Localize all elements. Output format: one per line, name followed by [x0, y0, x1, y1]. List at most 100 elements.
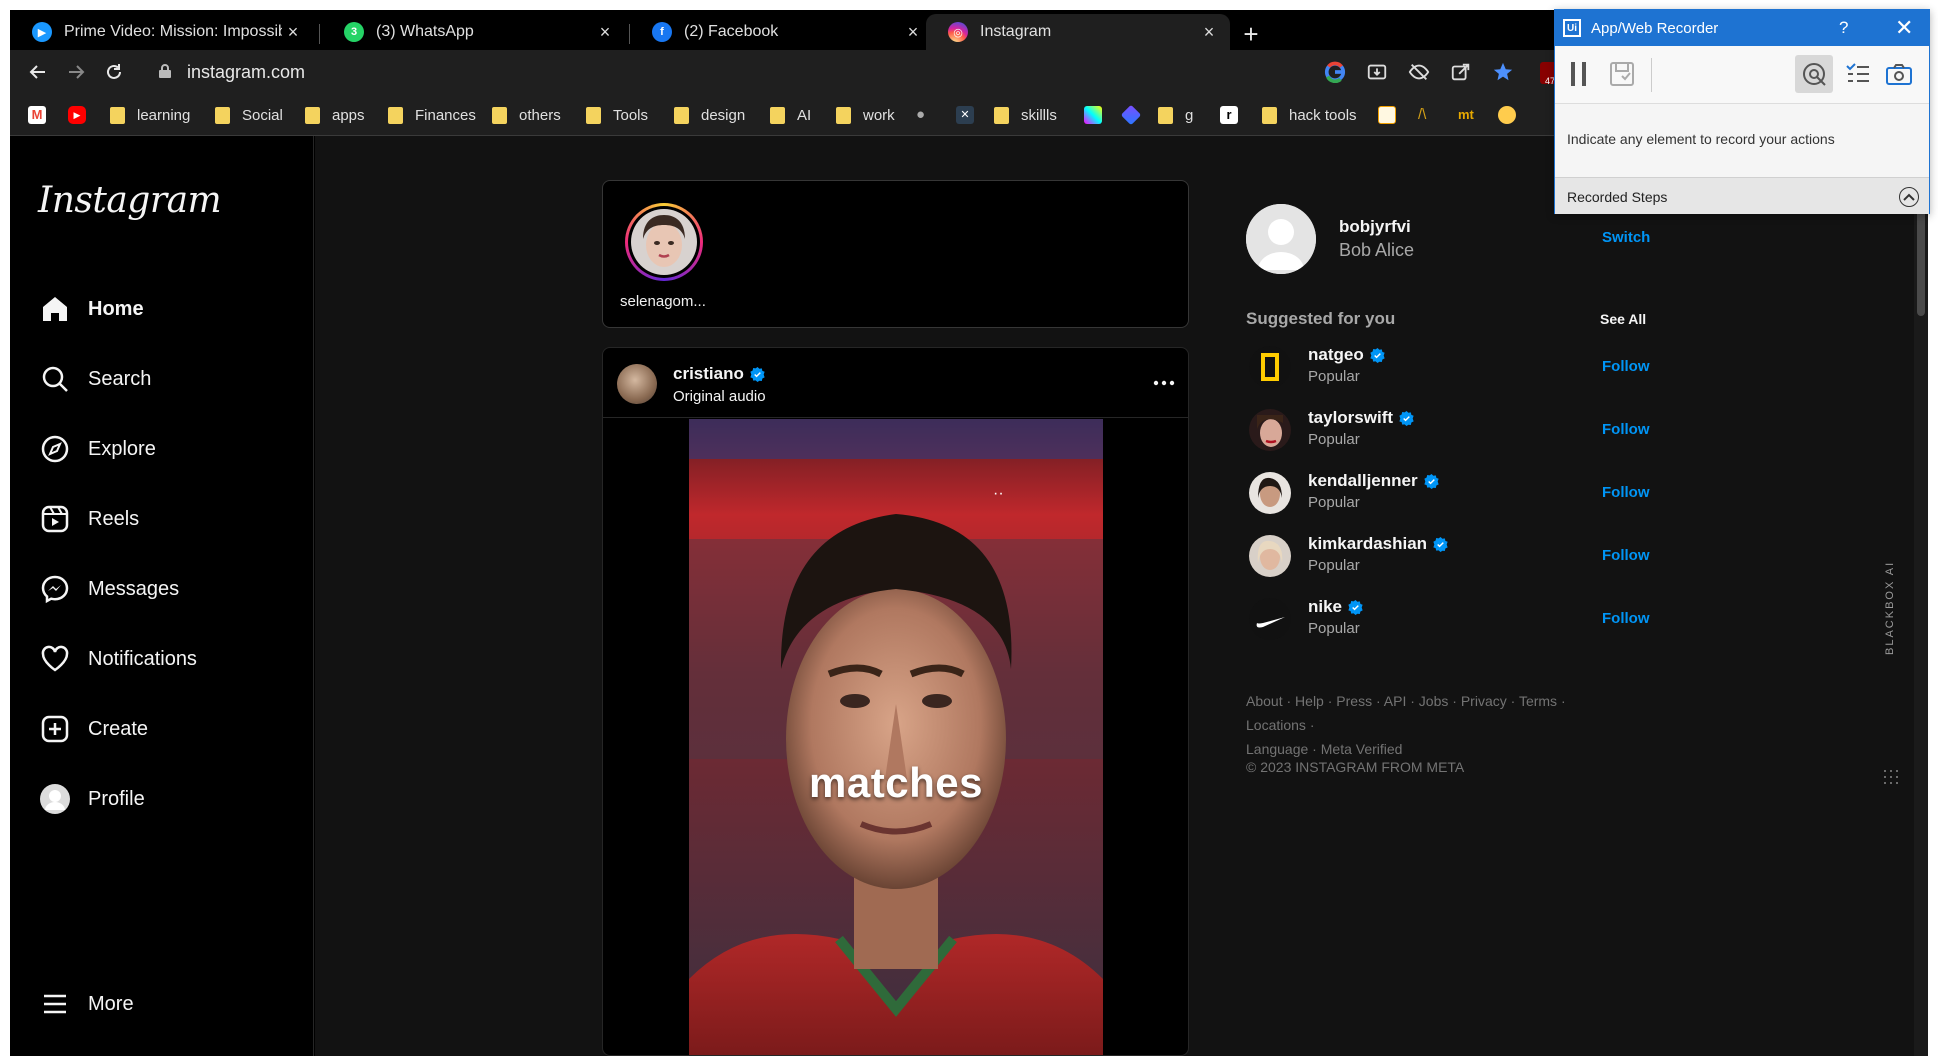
suggestion-username[interactable]: natgeo	[1308, 345, 1385, 365]
follow-button[interactable]: Follow	[1602, 484, 1650, 501]
bookmark-folder[interactable]: learning	[110, 104, 190, 126]
close-icon[interactable]: ×	[282, 21, 304, 43]
eye-off-icon[interactable]	[1407, 61, 1431, 83]
bookmark-folder[interactable]: work	[836, 104, 895, 126]
suggestion-avatar-kimkardashian[interactable]	[1249, 535, 1291, 577]
footer-link[interactable]: Language	[1246, 741, 1308, 757]
current-user-avatar[interactable]	[1246, 204, 1316, 274]
suggestion-username[interactable]: taylorswift	[1308, 408, 1414, 428]
blackbox-dots-icon[interactable]	[1882, 768, 1900, 786]
bookmark-site-icon[interactable]: /\	[1418, 106, 1436, 124]
reload-button[interactable]	[100, 58, 128, 86]
nav-search[interactable]: Search	[38, 359, 151, 399]
nav-profile[interactable]: Profile	[38, 779, 145, 819]
see-all-link[interactable]: See All	[1600, 311, 1646, 327]
follow-button[interactable]: Follow	[1602, 547, 1650, 564]
indicate-element-button[interactable]	[1795, 55, 1833, 93]
bookmark-star-icon[interactable]	[1491, 61, 1515, 83]
bookmark-site-icon[interactable]: mt	[1458, 106, 1476, 124]
suggestion-username[interactable]: kendalljenner	[1308, 471, 1439, 491]
follow-button[interactable]: Follow	[1602, 610, 1650, 627]
tab-facebook[interactable]: f (2) Facebook ×	[630, 14, 934, 50]
apple-icon[interactable]: ●	[916, 106, 934, 124]
footer-link[interactable]: Terms	[1519, 693, 1557, 709]
switch-account-button[interactable]: Switch	[1602, 229, 1650, 246]
more-options-icon[interactable]	[1149, 368, 1179, 398]
bookmark-folder[interactable]: g	[1158, 104, 1193, 126]
hugging-face-icon[interactable]	[1498, 106, 1516, 124]
post-video[interactable]: ·· matches	[689, 419, 1103, 1055]
address-bar[interactable]: instagram.com	[187, 62, 305, 83]
google-icon[interactable]	[1323, 61, 1347, 83]
footer-link[interactable]: Press	[1336, 693, 1372, 709]
recorded-steps-section[interactable]: Recorded Steps	[1555, 177, 1929, 214]
tab-whatsapp[interactable]: 3 (3) WhatsApp ×	[322, 14, 626, 50]
bookmark-site-icon[interactable]: ✕	[956, 106, 974, 124]
nav-explore[interactable]: Explore	[38, 429, 156, 469]
suggestion-username[interactable]: kimkardashian	[1308, 534, 1448, 554]
close-icon[interactable]: ×	[902, 21, 924, 43]
tab-prime-video[interactable]: ▶ Prime Video: Mission: Impossible ×	[10, 14, 314, 50]
share-icon[interactable]	[1449, 61, 1473, 83]
gmail-icon[interactable]: M	[28, 106, 46, 124]
bookmark-folder[interactable]: Social	[215, 104, 283, 126]
nav-home[interactable]: Home	[38, 289, 144, 329]
nav-more[interactable]: More	[38, 984, 134, 1024]
bookmark-folder[interactable]: apps	[305, 104, 365, 126]
bookmark-folder[interactable]: AI	[770, 104, 811, 126]
footer-link[interactable]: Help	[1295, 693, 1324, 709]
bookmark-site-icon[interactable]	[1378, 106, 1396, 124]
youtube-icon[interactable]: ▶	[68, 106, 86, 124]
suggestion-avatar-taylorswift[interactable]	[1249, 409, 1291, 451]
footer-link[interactable]: Jobs	[1419, 693, 1449, 709]
footer-link[interactable]: Privacy	[1461, 693, 1507, 709]
bookmark-folder[interactable]: skillls	[994, 104, 1057, 126]
chevron-up-icon[interactable]	[1899, 187, 1919, 207]
bookmark-folder[interactable]: design	[674, 104, 745, 126]
suggestion-avatar-kendalljenner[interactable]	[1249, 472, 1291, 514]
back-button[interactable]	[24, 58, 52, 86]
steps-list-icon[interactable]	[1845, 62, 1871, 86]
save-icon[interactable]	[1609, 61, 1635, 87]
footer-link[interactable]: Meta Verified	[1321, 741, 1403, 757]
help-icon[interactable]: ?	[1839, 18, 1848, 38]
post-audio-label[interactable]: Original audio	[673, 388, 766, 405]
close-icon[interactable]: ×	[1198, 21, 1220, 43]
tab-instagram[interactable]: ◎ Instagram ×	[926, 14, 1230, 50]
follow-button[interactable]: Follow	[1602, 358, 1650, 375]
nav-create[interactable]: Create	[38, 709, 148, 749]
lock-icon[interactable]	[158, 63, 172, 79]
screenshot-icon[interactable]	[1885, 62, 1913, 86]
close-icon[interactable]: ×	[594, 21, 616, 43]
footer-link[interactable]: About	[1246, 693, 1283, 709]
instagram-logo[interactable]: Instagram	[38, 180, 222, 221]
suggestion-avatar-nike[interactable]	[1249, 598, 1291, 640]
footer-link[interactable]: Locations	[1246, 717, 1306, 733]
post-author-avatar[interactable]	[617, 364, 657, 404]
nav-notifications[interactable]: Notifications	[38, 639, 197, 679]
suggestion-avatar-natgeo[interactable]	[1249, 346, 1291, 388]
bookmark-site-icon[interactable]	[1120, 104, 1142, 126]
pause-icon[interactable]	[1569, 60, 1589, 88]
blackbox-ai-tab[interactable]: BLACKBOX AI	[1879, 556, 1901, 660]
nav-reels[interactable]: Reels	[38, 499, 139, 539]
bookmark-folder[interactable]: others	[492, 104, 561, 126]
tab-title: Instagram	[980, 23, 1052, 40]
footer-link[interactable]: API	[1384, 693, 1407, 709]
bookmark-folder[interactable]: Finances	[388, 104, 476, 126]
follow-button[interactable]: Follow	[1602, 421, 1650, 438]
install-app-icon[interactable]	[1365, 61, 1389, 83]
forward-button[interactable]	[62, 58, 90, 86]
bookmark-site-icon[interactable]	[1084, 106, 1102, 124]
nav-messages[interactable]: Messages	[38, 569, 179, 609]
close-icon[interactable]: ✕	[1895, 15, 1913, 41]
bookmark-folder[interactable]: Tools	[586, 104, 648, 126]
post-author-username[interactable]: cristiano	[673, 364, 765, 384]
bookmark-folder[interactable]: hack tools	[1262, 104, 1357, 126]
bookmark-site-icon[interactable]: r	[1220, 106, 1238, 124]
new-tab-button[interactable]: +	[1236, 19, 1266, 49]
story-item[interactable]	[625, 203, 703, 281]
story-username[interactable]: selenagom...	[620, 293, 706, 310]
suggestion-username[interactable]: nike	[1308, 597, 1363, 617]
current-user-username[interactable]: bobjyrfvi	[1339, 217, 1411, 237]
